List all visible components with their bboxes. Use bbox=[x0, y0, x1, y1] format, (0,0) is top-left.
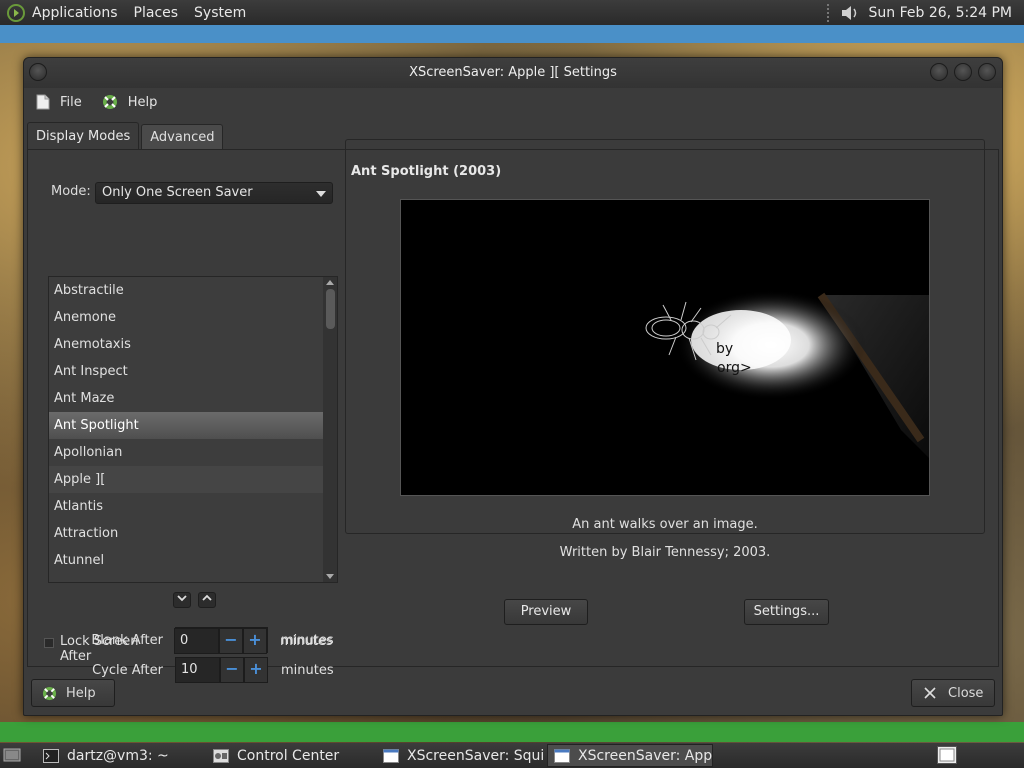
task-label: Control Center bbox=[237, 747, 340, 764]
scroll-down-arrow-icon[interactable] bbox=[326, 574, 334, 579]
task-label: dartz@vm3: ~ bbox=[67, 747, 169, 764]
file-icon bbox=[36, 94, 50, 110]
lock-after-decrement[interactable]: − bbox=[219, 628, 243, 654]
next-item-button[interactable] bbox=[173, 592, 191, 608]
preview-button[interactable]: Preview bbox=[504, 599, 588, 625]
menu-places[interactable]: Places bbox=[134, 5, 179, 21]
list-item[interactable]: Anemotaxis bbox=[49, 331, 323, 358]
list-item[interactable]: Ant Maze bbox=[49, 385, 323, 412]
lock-after-units: minutes bbox=[280, 634, 333, 649]
tab-advanced[interactable]: Advanced bbox=[141, 124, 224, 150]
chevron-down-icon bbox=[316, 191, 326, 197]
mode-select[interactable]: Only One Screen Saver bbox=[95, 182, 333, 204]
clock[interactable]: Sun Feb 26, 5:24 PM bbox=[869, 5, 1012, 21]
scroll-thumb[interactable] bbox=[326, 289, 335, 329]
terminal-icon bbox=[43, 748, 59, 763]
preview-description: An ant walks over an image. bbox=[572, 517, 758, 532]
help-button-label: Help bbox=[66, 685, 96, 701]
settings-button[interactable]: Settings... bbox=[744, 599, 829, 625]
tab-bar: Display Modes Advanced bbox=[27, 122, 225, 150]
top-panel: Applications Places System Sun Feb 26, 5… bbox=[0, 0, 1024, 25]
taskbar: dartz@vm3: ~ Control Center XScreenSaver… bbox=[0, 743, 1024, 768]
control-center-icon bbox=[213, 748, 229, 763]
window-title: XScreenSaver: Apple ][ Settings bbox=[409, 65, 617, 80]
minimize-button[interactable] bbox=[930, 63, 948, 81]
close-button[interactable]: Close bbox=[911, 679, 995, 707]
cycle-after-decrement[interactable]: − bbox=[220, 657, 244, 683]
help-lifebuoy-icon bbox=[42, 686, 57, 700]
preview-image: by org> bbox=[401, 200, 929, 495]
maximize-button[interactable] bbox=[954, 63, 972, 81]
menu-help-label: Help bbox=[127, 94, 158, 110]
list-scrollbar[interactable] bbox=[323, 277, 337, 582]
window-icon bbox=[383, 748, 399, 763]
prev-item-button[interactable] bbox=[198, 592, 216, 608]
list-item[interactable]: Atlantis bbox=[49, 493, 323, 520]
list-item[interactable]: Ant Spotlight bbox=[49, 412, 323, 439]
list-item[interactable]: Apple ][ bbox=[49, 466, 323, 493]
list-item[interactable]: Apollonian bbox=[49, 439, 323, 466]
scroll-up-arrow-icon[interactable] bbox=[326, 280, 334, 285]
show-desktop-icon[interactable] bbox=[3, 747, 23, 765]
close-button-label: Close bbox=[948, 685, 984, 701]
svg-text:by: by bbox=[716, 341, 733, 357]
task-xscreensaver-squirt[interactable]: XScreenSaver: Squirt... bbox=[377, 744, 543, 767]
mode-value: Only One Screen Saver bbox=[102, 185, 253, 200]
list-item[interactable]: Atunnel bbox=[49, 547, 323, 574]
chevron-down-icon bbox=[177, 595, 187, 602]
lock-screen-checkbox[interactable] bbox=[44, 638, 54, 648]
cycle-after-input[interactable]: 10 bbox=[175, 657, 220, 683]
volume-icon[interactable] bbox=[839, 3, 861, 23]
desktop-strip bbox=[0, 722, 1024, 742]
menu-file-label: File bbox=[60, 94, 82, 110]
preview-frame-title: Ant Spotlight (2003) bbox=[347, 164, 506, 179]
list-item[interactable]: Abstractile bbox=[49, 277, 323, 304]
help-lifebuoy-icon bbox=[102, 95, 117, 109]
task-control-center[interactable]: Control Center bbox=[207, 744, 373, 767]
chevron-up-icon bbox=[202, 594, 212, 601]
menu-applications[interactable]: Applications bbox=[32, 5, 118, 21]
window-titlebar[interactable]: XScreenSaver: Apple ][ Settings bbox=[24, 58, 1002, 88]
panel-grip bbox=[826, 3, 833, 22]
workspace-switcher-icon[interactable] bbox=[937, 746, 957, 764]
distro-logo-icon[interactable] bbox=[6, 3, 26, 23]
menubar: File Help bbox=[24, 88, 1002, 116]
list-item[interactable]: Ant Inspect bbox=[49, 358, 323, 385]
task-label: XScreenSaver: Squirt... bbox=[407, 747, 543, 764]
close-icon bbox=[924, 687, 936, 699]
task-xscreensaver-apple[interactable]: XScreenSaver: Apple... bbox=[547, 744, 713, 767]
menu-help[interactable]: Help bbox=[102, 94, 158, 110]
window-menu-button[interactable] bbox=[29, 63, 47, 81]
close-window-button[interactable] bbox=[978, 63, 996, 81]
menu-system[interactable]: System bbox=[194, 5, 246, 21]
menu-file[interactable]: File bbox=[36, 94, 82, 110]
list-items: Abstractile Anemone Anemotaxis Ant Inspect A… bbox=[49, 277, 323, 574]
preview-author: Written by Blair Tennessy; 2003. bbox=[559, 545, 771, 560]
task-terminal[interactable]: dartz@vm3: ~ bbox=[37, 744, 203, 767]
lock-after-input[interactable]: 0 bbox=[174, 628, 219, 654]
task-label: XScreenSaver: Apple... bbox=[578, 747, 713, 764]
list-item[interactable]: Anemone bbox=[49, 304, 323, 331]
tab-display-modes[interactable]: Display Modes bbox=[27, 122, 140, 150]
lock-screen-label[interactable]: Lock Screen After bbox=[60, 634, 166, 664]
preview-area[interactable]: by org> bbox=[400, 199, 930, 496]
cycle-after-increment[interactable]: + bbox=[244, 657, 268, 683]
window-icon bbox=[554, 748, 570, 763]
lock-after-increment[interactable]: + bbox=[243, 628, 267, 654]
cycle-after-units: minutes bbox=[281, 663, 334, 678]
screensaver-list[interactable]: Abstractile Anemone Anemotaxis Ant Inspect A… bbox=[48, 276, 338, 583]
list-item[interactable]: Attraction bbox=[49, 520, 323, 547]
cycle-after-label: Cycle After bbox=[92, 663, 163, 678]
help-button[interactable]: Help bbox=[31, 679, 115, 707]
mode-label: Mode: bbox=[51, 184, 91, 199]
svg-text:org>: org> bbox=[717, 360, 752, 376]
settings-window: XScreenSaver: Apple ][ Settings File Hel… bbox=[23, 57, 1003, 716]
